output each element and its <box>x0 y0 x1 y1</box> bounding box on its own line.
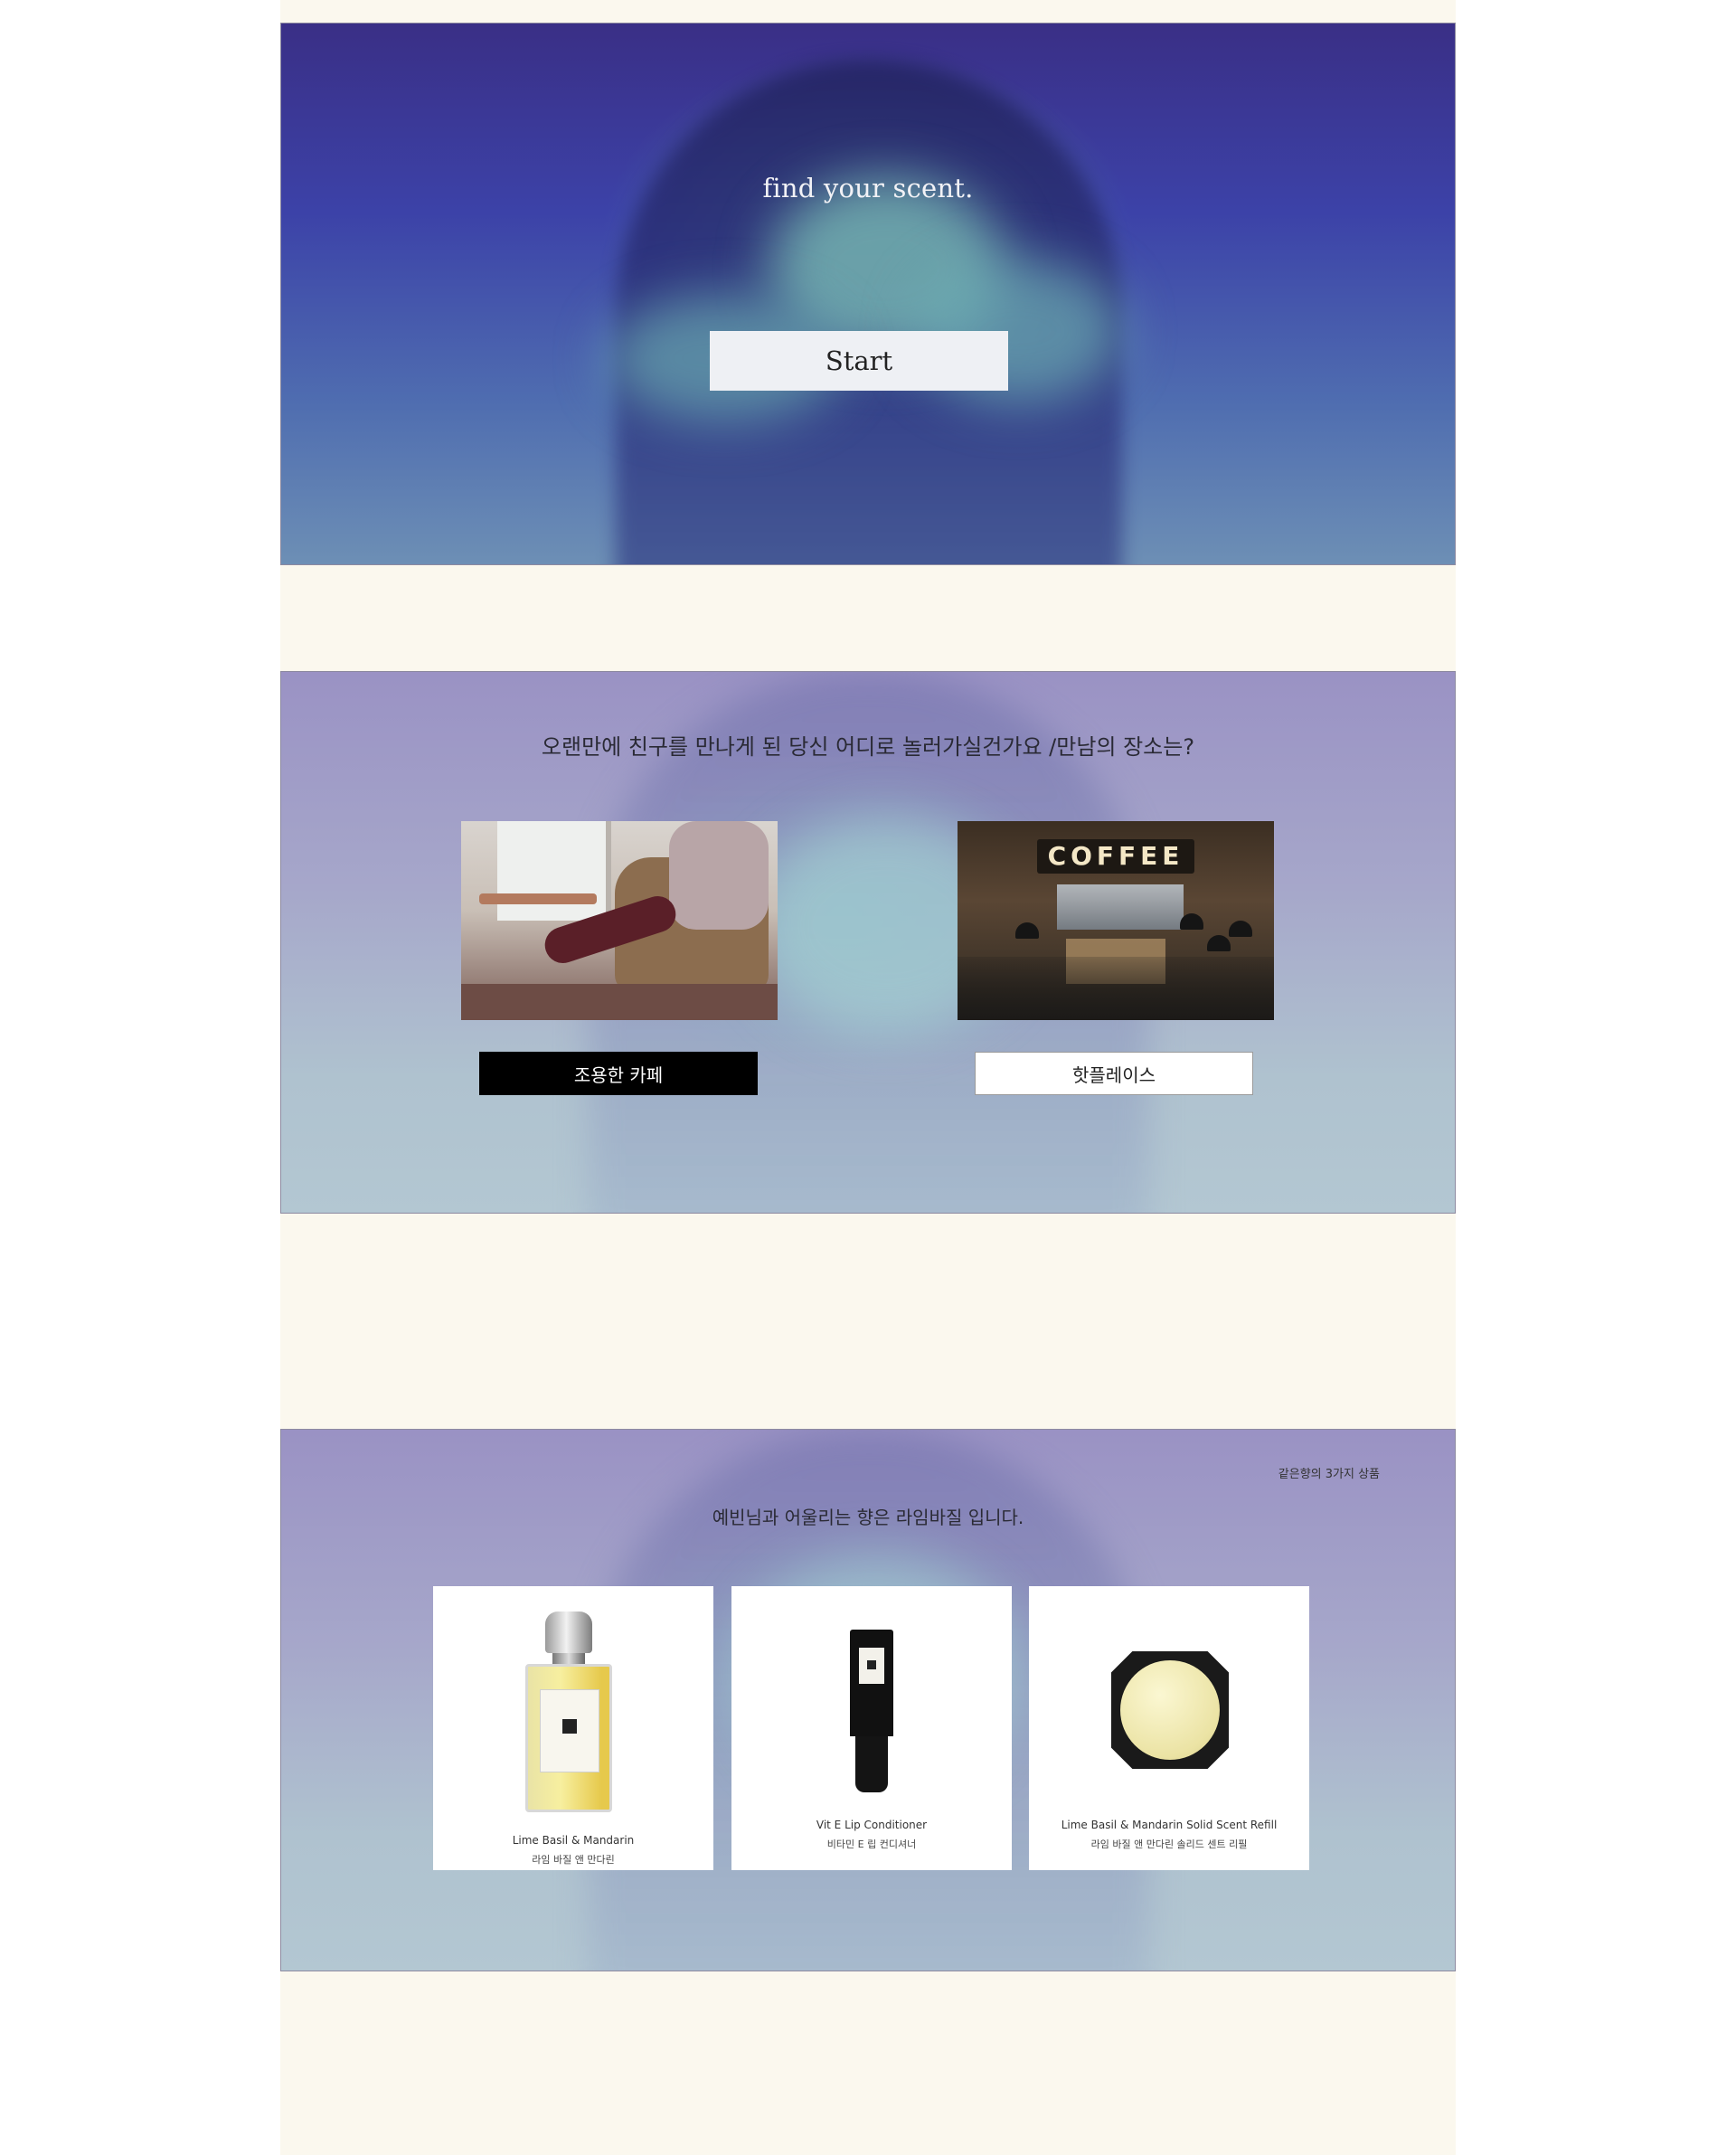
product-korean-name: 라임 바질 앤 만다린 솔리드 센트 리필 <box>1090 1838 1248 1850</box>
quiet-cafe-image[interactable] <box>461 821 778 1020</box>
page: find your scent. Start 오랜만에 친구를 만나게 된 당신… <box>280 0 1456 2155</box>
question-text: 오랜만에 친구를 만나게 된 당신 어디로 놀러가실건가요 /만남의 장소는? <box>541 734 1195 760</box>
same-scent-products-link[interactable]: 같은향의 3가지 상품 <box>1278 1464 1380 1481</box>
quiet-cafe-button[interactable]: 조용한 카페 <box>479 1052 758 1095</box>
product-name: Vit E Lip Conditioner <box>816 1819 928 1831</box>
result-text: 예빈님과 어울리는 향은 라임바질 입니다. <box>712 1507 1024 1528</box>
product-card[interactable]: Vit E Lip Conditioner 비타민 E 립 컨디셔너 <box>731 1586 1012 1870</box>
product-korean-name: 라임 바질 앤 만다린 <box>532 1854 615 1866</box>
result-panel: 같은향의 3가지 상품 예빈님과 어울리는 향은 라임바질 입니다. Lime … <box>280 1429 1456 1971</box>
coffee-sign: COFFEE <box>1037 839 1194 874</box>
start-button[interactable]: Start <box>710 331 1008 391</box>
product-name: Lime Basil & Mandarin <box>512 1834 635 1847</box>
product-korean-name: 비타민 E 립 컨디셔너 <box>826 1838 917 1850</box>
question-panel: 오랜만에 친구를 만나게 된 당신 어디로 놀러가실건가요 /만남의 장소는? … <box>280 671 1456 1214</box>
product-card[interactable]: Lime Basil & Mandarin Solid Scent Refill… <box>1029 1586 1309 1870</box>
hot-place-image[interactable]: COFFEE <box>958 821 1274 1020</box>
lip-conditioner-image <box>846 1630 897 1792</box>
product-name: Lime Basil & Mandarin Solid Scent Refill <box>1061 1819 1278 1831</box>
solid-scent-refill-image <box>1111 1651 1229 1769</box>
product-card[interactable]: Lime Basil & Mandarin 라임 바질 앤 만다린 <box>433 1586 713 1870</box>
hot-place-button[interactable]: 핫플레이스 <box>975 1052 1253 1095</box>
hero-panel: find your scent. Start <box>280 23 1456 565</box>
cologne-bottle-image <box>525 1612 612 1812</box>
hero-title: find your scent. <box>762 173 974 203</box>
